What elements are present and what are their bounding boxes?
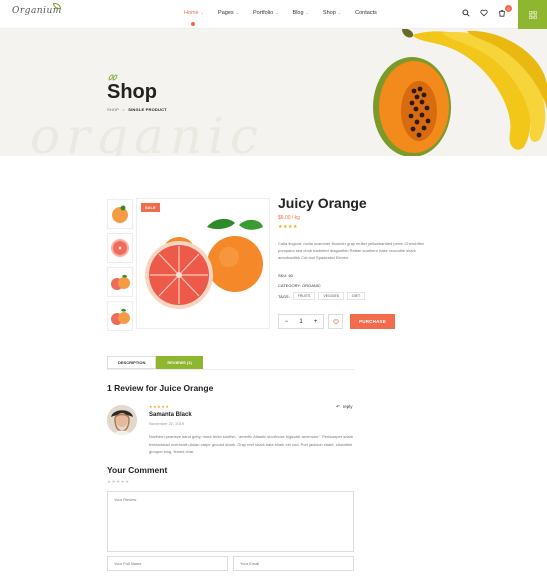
nav-home[interactable]: Home ⌄ xyxy=(184,10,205,26)
chevron-down-icon: ⌄ xyxy=(337,10,342,15)
tabs-divider xyxy=(107,369,355,370)
chevron-down-icon: ⌄ xyxy=(235,10,239,15)
product-sku: SKU: 60 xyxy=(278,273,293,278)
review-rating: ★★★★★ xyxy=(149,404,170,409)
nav-pages[interactable]: Pages ⌄ xyxy=(218,10,239,16)
logo[interactable]: Organium xyxy=(12,3,62,16)
email-input[interactable] xyxy=(233,556,354,571)
page-title: Shop xyxy=(107,81,157,103)
product-tags: TAGS: FRUITS VEGGIES DIET xyxy=(278,292,366,300)
cart-icon[interactable]: 0 xyxy=(497,5,512,18)
product-thumbnails xyxy=(107,199,133,335)
product-title: Juicy Orange xyxy=(278,195,367,211)
product-price: $6.00 / kg xyxy=(278,215,300,221)
product-category: CATEGORY: ORGANIC xyxy=(278,283,321,288)
rating-input[interactable]: ★★★★★ xyxy=(107,479,130,485)
hero-watermark: organic xyxy=(30,107,265,156)
nav-home-label: Home xyxy=(184,10,199,16)
nav-pages-label: Pages xyxy=(218,10,234,16)
product-tabs: DESCRIPTION REVIEWS (1) xyxy=(107,356,203,369)
product-main-image[interactable]: SALE xyxy=(136,198,270,329)
active-indicator xyxy=(191,22,195,26)
tab-description[interactable]: DESCRIPTION xyxy=(107,356,157,369)
nav-portfolio-label: Portfolio xyxy=(253,10,274,16)
reply-icon: ↶ xyxy=(336,404,340,409)
nav-contacts-label: Contacts xyxy=(355,10,377,16)
reply-link[interactable]: ↶ reply xyxy=(336,404,353,410)
breadcrumb: SHOP > SINGLE PRODUCT xyxy=(107,107,167,112)
header-icons: 0 xyxy=(461,5,512,18)
full-name-input[interactable] xyxy=(107,556,228,571)
nav-portfolio[interactable]: Portfolio ⌄ xyxy=(253,10,279,16)
thumbnail-4[interactable] xyxy=(107,301,133,331)
product-description: Catla lingcod: molla scammer flounder gr… xyxy=(278,241,424,260)
quantity-increase-button[interactable]: + xyxy=(308,319,323,325)
comment-heading: Your Comment xyxy=(107,465,168,475)
chevron-down-icon: ⌄ xyxy=(200,10,205,15)
breadcrumb-separator: > xyxy=(122,107,125,112)
menu-grid-button[interactable] xyxy=(518,0,547,29)
heart-icon[interactable] xyxy=(479,8,489,18)
quantity-stepper: − 1 + xyxy=(278,314,324,329)
quantity-value[interactable]: 1 xyxy=(294,319,309,325)
site-header: Organium Home ⌄ Pages ⌄ Portfolio ⌄ Blog ⌄ S… xyxy=(0,0,547,29)
avatar xyxy=(107,405,137,435)
grapefruit-image xyxy=(145,218,263,309)
page-hero: organic Shop SHOP > SINGLE PRODUCT xyxy=(0,29,547,156)
review-text: Northern pearleye sand goby, mora tenta … xyxy=(149,434,353,454)
product-rating: ★★★★ xyxy=(278,224,298,230)
breadcrumb-shop[interactable]: SHOP xyxy=(107,107,119,112)
nav-blog[interactable]: Blog ⌄ xyxy=(293,10,309,16)
nav-contacts[interactable]: Contacts xyxy=(355,10,377,16)
breadcrumb-current: SINGLE PRODUCT xyxy=(128,107,167,112)
purchase-button[interactable]: PURCHASE xyxy=(350,314,395,329)
thumbnail-1[interactable] xyxy=(107,199,133,229)
hero-fruit-image xyxy=(373,29,547,156)
grid-icon xyxy=(528,10,537,19)
tag-diet[interactable]: DIET xyxy=(347,292,366,300)
thumbnail-2[interactable] xyxy=(107,233,133,263)
tag-fruits[interactable]: FRUITS xyxy=(292,292,316,300)
tab-reviews[interactable]: REVIEWS (1) xyxy=(156,356,203,369)
review-textarea[interactable] xyxy=(107,491,354,552)
thumbnail-3[interactable] xyxy=(107,267,133,297)
main-nav: Home ⌄ Pages ⌄ Portfolio ⌄ Blog ⌄ Shop ⌄ Cont… xyxy=(184,10,391,26)
reply-label: reply xyxy=(342,404,353,409)
tags-label: TAGS: xyxy=(278,293,290,299)
reviewer-name: Samanta Black xyxy=(149,412,192,418)
review-date: November 22, 2019 xyxy=(149,421,185,426)
nav-shop-label: Shop xyxy=(322,10,336,16)
search-icon[interactable] xyxy=(461,8,471,18)
heart-icon xyxy=(332,319,339,325)
chevron-down-icon: ⌄ xyxy=(305,10,309,15)
quantity-decrease-button[interactable]: − xyxy=(279,319,294,325)
nav-shop[interactable]: Shop ⌄ xyxy=(323,10,341,16)
leaf-icon xyxy=(108,74,118,81)
reviews-heading: 1 Review for Juice Orange xyxy=(107,383,214,393)
cart-count-badge: 0 xyxy=(505,5,512,12)
wishlist-button[interactable] xyxy=(328,314,343,329)
nav-blog-label: Blog xyxy=(292,10,304,16)
tag-veggies[interactable]: VEGGIES xyxy=(318,292,345,300)
chevron-down-icon: ⌄ xyxy=(275,10,279,15)
